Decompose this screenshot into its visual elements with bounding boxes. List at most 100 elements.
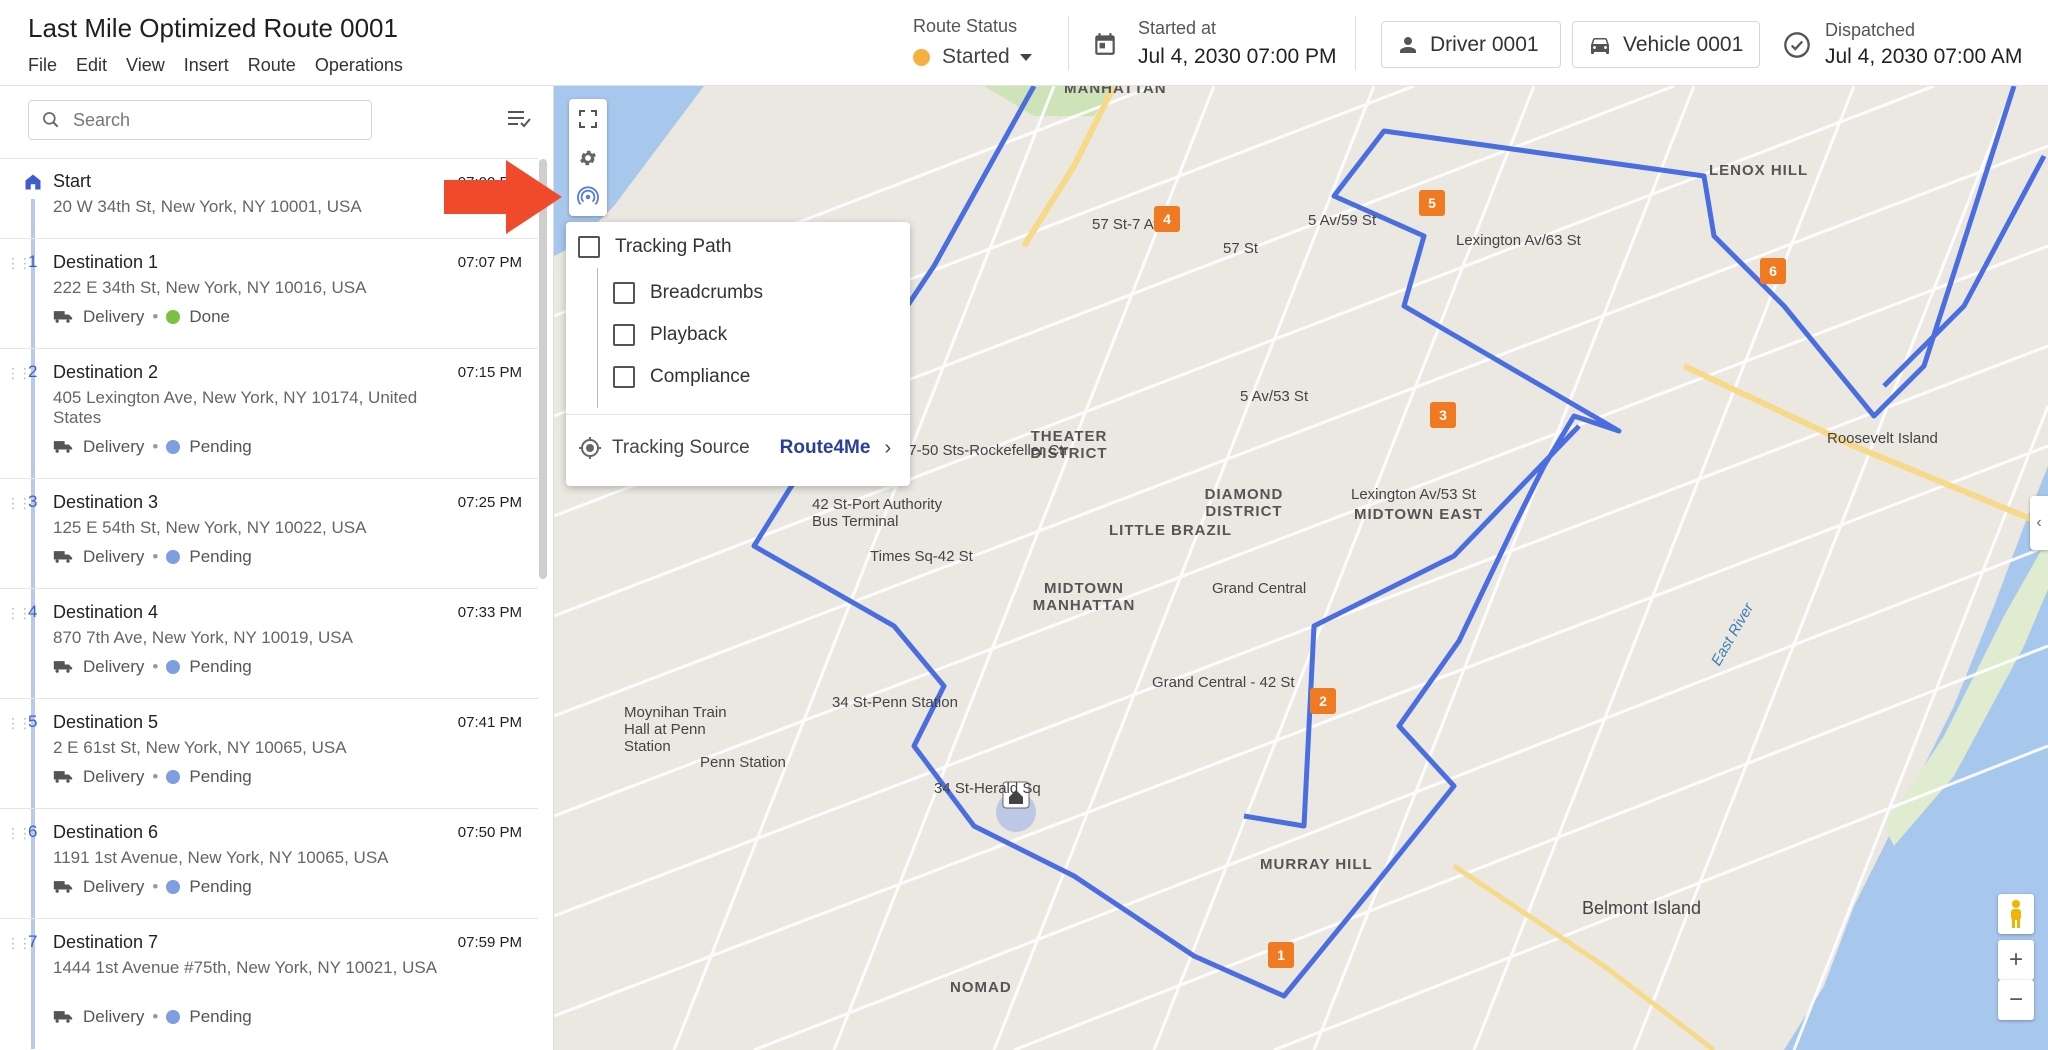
truck-icon [53, 1011, 73, 1023]
status-dot [166, 660, 181, 674]
playback-checkbox[interactable] [613, 324, 635, 346]
stop-status: Pending [189, 1007, 252, 1026]
stop-number: 4 [28, 602, 38, 621]
map-marker-2[interactable]: 2 [1310, 688, 1336, 714]
stop-type: Delivery [83, 877, 145, 896]
fullscreen-button[interactable] [569, 99, 607, 138]
map-label: Belmont Island [1582, 898, 1702, 918]
check-circle-icon [1784, 31, 1810, 58]
stop-time: 07:07 PM [457, 254, 522, 271]
list-item-destination-5[interactable]: ⋮⋮ 5 Destination 5 07:41 PM 2 E 61st St,… [0, 698, 538, 809]
driver-button[interactable]: Driver 0001 [1381, 21, 1561, 68]
map-label: Grand Central - 42 St [1152, 674, 1295, 691]
tracking-button[interactable] [569, 177, 607, 216]
map-label: Penn Station [700, 754, 786, 771]
compliance-option[interactable]: Compliance [613, 366, 750, 388]
playback-option[interactable]: Playback [613, 324, 727, 346]
map-label: 5 Av/53 St [1240, 388, 1309, 405]
list-item-destination-3[interactable]: ⋮⋮ 3 Destination 3 07:25 PM 125 E 54th S… [0, 478, 538, 589]
map-marker-1[interactable]: 1 [1268, 942, 1294, 968]
started-value: Jul 4, 2030 07:00 PM [1138, 45, 1337, 68]
status-dot [166, 310, 181, 324]
stop-type: Delivery [83, 657, 145, 676]
route-map[interactable]: MANHATTAN LENOX HILL THEATER DISTRICT DI… [554, 86, 2048, 1050]
started-label: Started at [1138, 18, 1217, 38]
map-marker-4[interactable]: 4 [1154, 206, 1180, 232]
gps-icon [579, 437, 601, 459]
search-input[interactable] [73, 109, 353, 131]
map-label: 34 St-Herald Sq [934, 780, 1041, 797]
settings-button[interactable] [569, 138, 607, 177]
tracking-path-label: Tracking Path [615, 236, 732, 257]
stop-address: 405 Lexington Ave, New York, NY 10174, U… [53, 388, 418, 427]
collapse-panel-button[interactable]: ‹ [2030, 496, 2048, 550]
drag-handle-icon[interactable]: ⋮⋮ [6, 936, 32, 950]
map-marker-6[interactable]: 6 [1760, 258, 1786, 284]
map-label: MIDTOWN MANHATTAN [1032, 580, 1136, 614]
stop-status: Pending [189, 547, 252, 566]
menu-edit[interactable]: Edit [76, 55, 107, 76]
stop-type: Delivery [83, 1007, 145, 1026]
breadcrumbs-checkbox[interactable] [613, 282, 635, 304]
map-label: 47-50 Sts-Rockefeller Ctr [900, 442, 1069, 459]
stop-address: 2 E 61st St, New York, NY 10065, USA [53, 738, 347, 757]
stop-address: 125 E 54th St, New York, NY 10022, USA [53, 518, 367, 537]
fullscreen-icon [579, 109, 597, 128]
menu-insert[interactable]: Insert [184, 55, 229, 76]
tracking-source-row[interactable]: Tracking Source Route4Me › [578, 436, 891, 460]
dispatched-label: Dispatched [1825, 20, 1916, 40]
street-view-pegman[interactable] [1998, 894, 2034, 934]
stop-number: 5 [28, 712, 38, 731]
drag-handle-icon[interactable]: ⋮⋮ [6, 716, 32, 730]
driver-label: Driver 0001 [1430, 32, 1539, 56]
status-dot [913, 48, 930, 66]
menu-view[interactable]: View [126, 55, 165, 76]
truck-icon [53, 881, 73, 893]
map-marker-5[interactable]: 5 [1419, 190, 1445, 216]
tracking-path-checkbox[interactable] [578, 236, 600, 258]
sort-filter-icon[interactable] [506, 108, 532, 130]
list-item-destination-6[interactable]: ⋮⋮ 6 Destination 6 07:50 PM 1191 1st Ave… [0, 808, 538, 919]
stop-address: 222 E 34th St, New York, NY 10016, USA [53, 278, 367, 297]
list-item-destination-4[interactable]: ⋮⋮ 4 Destination 4 07:33 PM 870 7th Ave,… [0, 588, 538, 699]
menu-route[interactable]: Route [248, 55, 296, 76]
menu-file[interactable]: File [28, 55, 57, 76]
divider [566, 414, 910, 415]
list-item-destination-2[interactable]: ⋮⋮ 2 Destination 2 07:15 PM 405 Lexingto… [0, 348, 538, 479]
separator: • [152, 767, 159, 786]
separator: • [152, 1007, 159, 1026]
stop-name: Destination 4 [53, 602, 159, 622]
stop-meta: Delivery • Pending [53, 547, 252, 567]
list-item-destination-1[interactable]: ⋮⋮ 1 Destination 1 07:07 PM 222 E 34th S… [0, 238, 538, 349]
menu-operations[interactable]: Operations [315, 55, 403, 76]
tracking-path-option[interactable]: Tracking Path [578, 236, 732, 258]
drag-handle-icon[interactable]: ⋮⋮ [6, 496, 32, 510]
divider [1355, 16, 1356, 70]
zoom-out-button[interactable]: − [1998, 980, 2034, 1020]
drag-handle-icon[interactable]: ⋮⋮ [6, 606, 32, 620]
drag-handle-icon[interactable]: ⋮⋮ [6, 366, 32, 380]
dispatched-info: Dispatched Jul 4, 2030 07:00 AM [1783, 20, 2022, 69]
route-status-dropdown[interactable]: Started [913, 45, 1032, 69]
drag-handle-icon[interactable]: ⋮⋮ [6, 256, 32, 270]
stop-address: 20 W 34th St, New York, NY 10001, USA [53, 197, 362, 216]
stop-type: Delivery [83, 437, 145, 456]
zoom-in-button[interactable]: + [1998, 940, 2034, 980]
map-control-stack [569, 99, 607, 216]
map-marker-3[interactable]: 3 [1430, 402, 1456, 428]
playback-label: Playback [650, 324, 728, 345]
compliance-label: Compliance [650, 366, 751, 387]
vehicle-label: Vehicle 0001 [1623, 32, 1744, 56]
stop-time: 07:25 PM [457, 494, 522, 511]
breadcrumbs-option[interactable]: Breadcrumbs [613, 282, 763, 304]
drag-handle-icon[interactable]: ⋮⋮ [6, 826, 32, 840]
stop-status: Pending [189, 767, 252, 786]
truck-icon [53, 441, 73, 453]
status-dot [166, 880, 181, 894]
vehicle-button[interactable]: Vehicle 0001 [1572, 21, 1760, 68]
stop-name: Start [53, 171, 92, 191]
list-item-destination-7[interactable]: ⋮⋮ 7 Destination 7 07:59 PM 1444 1st Ave… [0, 918, 538, 1049]
map-label: Roosevelt Island [1827, 430, 1938, 447]
stop-address: 1191 1st Avenue, New York, NY 10065, USA [53, 848, 389, 867]
compliance-checkbox[interactable] [613, 366, 635, 388]
